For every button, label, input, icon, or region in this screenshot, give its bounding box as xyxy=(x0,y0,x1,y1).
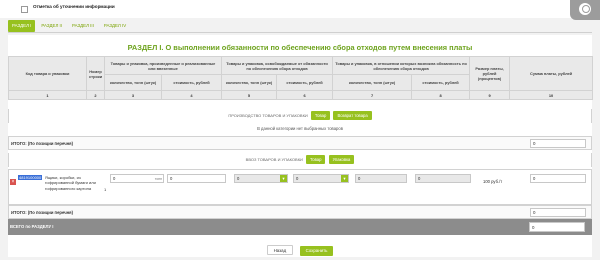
column-number: 3 xyxy=(104,90,162,100)
header-sum: Сумма платы, рублей xyxy=(509,56,594,91)
production-return-button[interactable]: Возврат товара xyxy=(333,111,372,120)
refinement-checkbox[interactable] xyxy=(21,6,28,13)
column-number: 10 xyxy=(509,90,594,100)
column-number: 7 xyxy=(332,90,413,100)
header-row-no: Номер строки xyxy=(86,56,105,91)
rate-value: 100 руб./т xyxy=(483,179,503,184)
section-total-value: 0 xyxy=(529,222,585,232)
obligated-cost-field: 0 xyxy=(415,174,471,183)
production-itog-row: ИТОГО: (По позиции перечня) 0 xyxy=(8,136,592,150)
column-number: 8 xyxy=(411,90,471,100)
tab-section-4[interactable]: РАЗДЕЛ IV xyxy=(100,20,130,32)
import-pack-button[interactable]: Упаковка xyxy=(328,155,355,164)
report-table: Код товара и упаковки Номер строки Товар… xyxy=(8,56,594,100)
section-total-label: ВСЕГО по РАЗДЕЛУ I xyxy=(10,224,54,229)
column-number: 2 xyxy=(86,90,105,100)
production-itog-value: 0 xyxy=(530,139,586,148)
import-itog-value: 0 xyxy=(530,208,586,217)
delete-row-icon[interactable]: × xyxy=(10,179,16,185)
header-produced-cost: стоимость, рублей xyxy=(160,74,223,91)
tab-section-3[interactable]: РАЗДЕЛ III xyxy=(68,20,98,32)
section-content: РАЗДЕЛ I. О выполнении обязанности по об… xyxy=(8,35,594,257)
form-actions: Назад Сохранить xyxy=(0,239,600,257)
save-button[interactable]: Сохранить xyxy=(299,246,334,256)
page-title: РАЗДЕЛ I. О выполнении обязанности по об… xyxy=(127,43,473,52)
user-icon xyxy=(579,3,591,15)
header-obligated-qty: количество, тонн (штук) xyxy=(332,74,413,91)
obligated-qty-field: 0 xyxy=(355,174,407,183)
header-produced: Товары и упаковка, произведенные и реали… xyxy=(103,56,223,75)
produced-qty-input[interactable]: 0 тонн xyxy=(110,174,164,183)
row-number: 1 xyxy=(104,187,107,192)
import-band: ВВОЗ ТОВАРОВ И УПАКОВКИ Товар Упаковка xyxy=(8,153,592,167)
import-goods-button[interactable]: Товар xyxy=(306,155,326,164)
section-tabs: РАЗДЕЛ I РАЗДЕЛ II РАЗДЕЛ III РАЗДЕЛ IV xyxy=(8,20,132,32)
tab-section-2[interactable]: РАЗДЕЛ II xyxy=(37,20,66,32)
production-band: ПРОИЗВОДСТВО ТОВАРОВ И УПАКОВКИ Товар Во… xyxy=(8,109,592,123)
header-code: Код товара и упаковки xyxy=(8,56,87,91)
exempt-qty-select[interactable]: 0 ▾ xyxy=(234,174,288,183)
column-number: 4 xyxy=(160,90,223,100)
chevron-down-icon: ▾ xyxy=(280,175,287,182)
tab-section-1[interactable]: РАЗДЕЛ I xyxy=(8,20,36,32)
empty-category-note: В данной категории нет выбранных товаров xyxy=(257,126,343,131)
production-itog-label: ИТОГО: (По позиции перечня) xyxy=(11,141,73,146)
import-itog-row: ИТОГО: (По позиции перечня) 0 xyxy=(8,205,592,219)
production-goods-button[interactable]: Товар xyxy=(310,111,331,120)
column-number: 1 xyxy=(8,90,87,100)
user-avatar[interactable] xyxy=(570,0,600,20)
goods-code: 4819100000 xyxy=(18,175,43,180)
produced-cost-input[interactable]: 0 xyxy=(167,174,226,183)
production-label: ПРОИЗВОДСТВО ТОВАРОВ И УПАКОВКИ xyxy=(228,113,308,118)
header-rate: Размер платы, рублей (процентов) xyxy=(469,56,511,91)
import-label: ВВОЗ ТОВАРОВ И УПАКОВКИ xyxy=(245,157,303,162)
refinement-label: Отметка об уточнении информации xyxy=(33,4,115,9)
column-number: 9 xyxy=(469,90,511,100)
column-number: 5 xyxy=(221,90,278,100)
column-number: 6 xyxy=(276,90,334,100)
import-itog-label: ИТОГО: (По позиции перечня) xyxy=(11,210,73,215)
header-obligated: Товары и упаковка, в отношении которых в… xyxy=(332,56,471,75)
goods-description: Ящики, коробки, из гофрированной бумаги … xyxy=(45,175,96,191)
sum-field: 0 xyxy=(530,174,586,183)
unit-label: тонн xyxy=(154,177,162,181)
header-exempt-cost: стоимость, рублей xyxy=(276,74,334,91)
tabs-divider xyxy=(8,32,592,33)
top-bar: Отметка об уточнении информации xyxy=(0,0,600,18)
table-row: × 4819100000 Ящики, коробки, из гофриров… xyxy=(8,169,592,205)
chevron-down-icon: ▾ xyxy=(341,175,348,182)
exempt-cost-select[interactable]: 0 ▾ xyxy=(293,174,349,183)
section-total-bar: ВСЕГО по РАЗДЕЛУ I 0 xyxy=(8,219,592,235)
header-exempt-qty: количество, тонн (штук) xyxy=(221,74,278,91)
header-produced-qty: количество, тонн (штук) xyxy=(104,74,162,91)
back-button[interactable]: Назад xyxy=(266,245,294,255)
header-obligated-cost: стоимость, рублей xyxy=(411,74,471,91)
header-exempt: Товары и упаковка, освобождаемые от обяз… xyxy=(221,56,334,75)
